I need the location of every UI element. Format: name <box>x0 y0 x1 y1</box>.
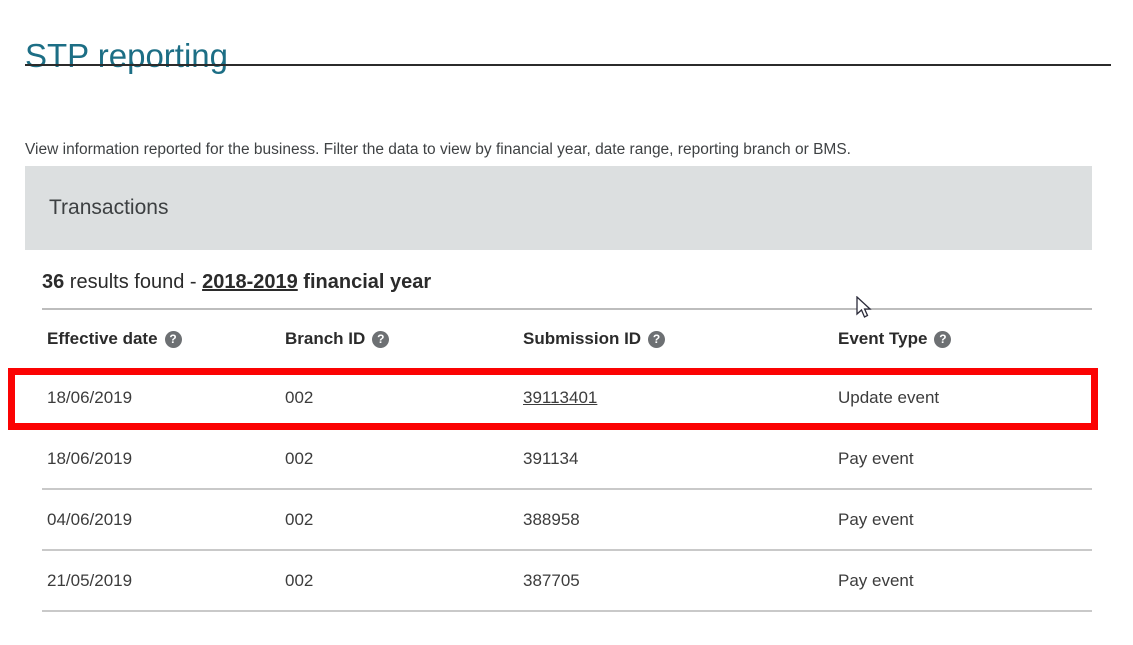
financial-year-suffix: financial year <box>297 271 432 293</box>
results-label: results found - <box>64 271 203 293</box>
results-count: 36 <box>42 271 65 293</box>
submission-id-link[interactable]: 39113401 <box>523 388 597 407</box>
help-icon[interactable]: ? <box>164 330 182 348</box>
column-header-branch-id-label: Branch ID <box>285 329 366 348</box>
table-header-row: Effective date ? Branch ID ? Submission … <box>42 310 1092 368</box>
transactions-panel: Transactions <box>25 166 1092 250</box>
transactions-panel-title: Transactions <box>49 196 169 219</box>
column-header-effective-date-label: Effective date <box>47 329 158 348</box>
column-header-submission-id: Submission ID ? <box>523 329 666 349</box>
table-row[interactable]: 18/06/2019 002 39113401 Update event <box>42 368 1092 429</box>
cell-branch-id: 002 <box>285 570 314 590</box>
cell-submission-id: 39113401 <box>523 387 597 409</box>
cell-event-type: Pay event <box>838 509 914 529</box>
table-row[interactable]: 18/06/2019 002 391134 Pay event <box>42 429 1092 490</box>
column-header-effective-date: Effective date ? <box>47 329 182 349</box>
transactions-table: Effective date ? Branch ID ? Submission … <box>42 308 1092 612</box>
column-header-submission-id-label: Submission ID <box>523 329 642 348</box>
page-description: View information reported for the busine… <box>25 140 851 158</box>
table-row[interactable]: 04/06/2019 002 388958 Pay event <box>42 490 1092 551</box>
title-divider <box>25 64 1111 66</box>
page-title: STP reporting <box>25 37 228 75</box>
cell-branch-id: 002 <box>285 387 314 407</box>
cell-submission-id: 388958 <box>523 509 580 529</box>
cell-branch-id: 002 <box>285 509 314 529</box>
cell-event-type: Update event <box>838 387 940 407</box>
cell-event-type: Pay event <box>838 570 914 590</box>
cell-submission-id: 391134 <box>523 448 579 468</box>
results-summary: 36 results found - 2018-2019 financial y… <box>42 268 431 296</box>
cell-event-type: Pay event <box>838 448 914 468</box>
cell-submission-id: 387705 <box>523 570 580 590</box>
help-icon[interactable]: ? <box>648 330 666 348</box>
help-icon[interactable]: ? <box>372 330 390 348</box>
cell-branch-id: 002 <box>285 448 314 468</box>
column-header-event-type-label: Event Type <box>838 329 928 348</box>
cell-effective-date: 21/05/2019 <box>47 570 133 590</box>
cell-effective-date: 18/06/2019 <box>47 387 133 407</box>
column-header-branch-id: Branch ID ? <box>285 329 390 349</box>
financial-year-link[interactable]: 2018-2019 <box>202 271 298 293</box>
column-header-event-type: Event Type ? <box>838 329 952 349</box>
help-icon[interactable]: ? <box>934 330 952 348</box>
cell-effective-date: 18/06/2019 <box>47 448 133 468</box>
table-row[interactable]: 21/05/2019 002 387705 Pay event <box>42 551 1092 612</box>
cell-effective-date: 04/06/2019 <box>47 509 133 529</box>
